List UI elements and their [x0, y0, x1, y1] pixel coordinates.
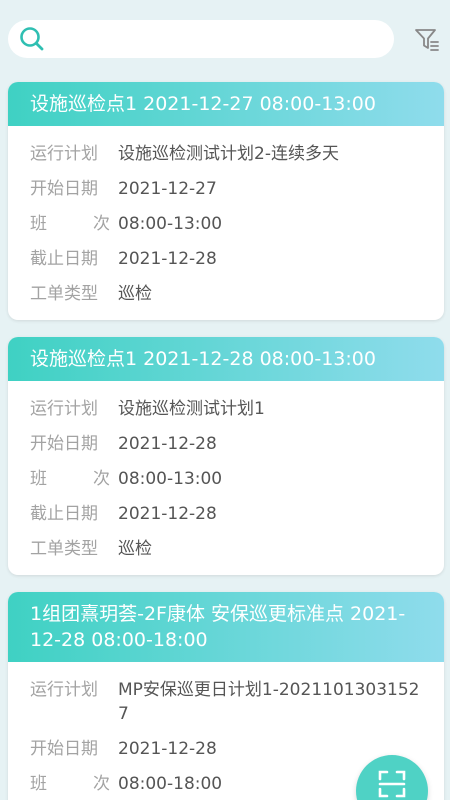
row-plan: 运行计划 设施巡检测试计划2-连续多天	[30, 142, 444, 166]
shift-label: 班 次	[30, 212, 110, 236]
start-date-label: 开始日期	[30, 739, 98, 759]
scan-icon	[378, 770, 406, 798]
row-shift: 班 次 08:00-13:00	[30, 467, 444, 491]
row-order-type: 工单类型 巡检	[30, 282, 444, 306]
order-type-label: 工单类型	[30, 539, 98, 559]
shift-label-a: 班	[30, 469, 47, 489]
start-date-value: 2021-12-27	[118, 179, 217, 199]
card-body: 运行计划 设施巡检测试计划1 开始日期 2021-12-28 班 次 08:00…	[8, 381, 444, 575]
end-date-label: 截止日期	[30, 504, 98, 524]
card-title: 设施巡检点1 2021-12-28 08:00-13:00	[8, 337, 444, 381]
shift-label-a: 班	[30, 214, 47, 234]
shift-value: 08:00-13:00	[118, 214, 223, 234]
row-order-type: 工单类型 巡检	[30, 537, 444, 561]
shift-label-a: 班	[30, 774, 47, 794]
plan-label: 运行计划	[30, 144, 98, 164]
shift-label: 班 次	[30, 772, 110, 796]
plan-label: 运行计划	[30, 680, 98, 700]
end-date-label: 截止日期	[30, 249, 98, 269]
shift-label: 班 次	[30, 467, 110, 491]
plan-value: 设施巡检测试计划2-连续多天	[118, 144, 339, 164]
order-type-label: 工单类型	[30, 284, 98, 304]
shift-label-b: 次	[93, 469, 110, 489]
end-date-value: 2021-12-28	[118, 504, 217, 524]
shift-label-b: 次	[93, 214, 110, 234]
order-type-value: 巡检	[118, 284, 152, 304]
work-order-list: 设施巡检点1 2021-12-27 08:00-13:00 运行计划 设施巡检测…	[8, 82, 444, 800]
search-icon	[20, 27, 44, 51]
row-plan: 运行计划 MP安保巡更日计划1-20211013031527	[30, 678, 444, 726]
row-plan: 运行计划 设施巡检测试计划1	[30, 397, 444, 421]
start-date-label: 开始日期	[30, 179, 98, 199]
plan-value: 设施巡检测试计划1	[118, 399, 265, 419]
order-type-value: 巡检	[118, 539, 152, 559]
row-end-date: 截止日期 2021-12-28	[30, 247, 444, 271]
search-input[interactable]	[54, 24, 394, 54]
filter-button[interactable]	[412, 24, 442, 54]
card-title: 设施巡检点1 2021-12-27 08:00-13:00	[8, 82, 444, 126]
start-date-value: 2021-12-28	[118, 434, 217, 454]
card-title: 1组团熹玥荟-2F康体 安保巡更标准点 2021-12-28 08:00-18:…	[8, 592, 444, 662]
shift-value: 08:00-13:00	[118, 469, 223, 489]
plan-value: MP安保巡更日计划1-20211013031527	[118, 680, 420, 724]
start-date-label: 开始日期	[30, 434, 98, 454]
end-date-value: 2021-12-28	[118, 249, 217, 269]
search-bar[interactable]	[8, 20, 394, 58]
row-start-date: 开始日期 2021-12-28	[30, 432, 444, 456]
row-shift: 班 次 08:00-13:00	[30, 212, 444, 236]
shift-value: 08:00-18:00	[118, 774, 223, 794]
top-bar	[0, 0, 450, 78]
card-body: 运行计划 设施巡检测试计划2-连续多天 开始日期 2021-12-27 班 次 …	[8, 126, 444, 320]
shift-label-b: 次	[93, 774, 110, 794]
start-date-value: 2021-12-28	[118, 739, 217, 759]
plan-label: 运行计划	[30, 399, 98, 419]
row-start-date: 开始日期 2021-12-27	[30, 177, 444, 201]
row-end-date: 截止日期 2021-12-28	[30, 502, 444, 526]
filter-icon	[415, 29, 439, 51]
work-order-card[interactable]: 设施巡检点1 2021-12-27 08:00-13:00 运行计划 设施巡检测…	[8, 82, 444, 320]
work-order-card[interactable]: 设施巡检点1 2021-12-28 08:00-13:00 运行计划 设施巡检测…	[8, 337, 444, 575]
